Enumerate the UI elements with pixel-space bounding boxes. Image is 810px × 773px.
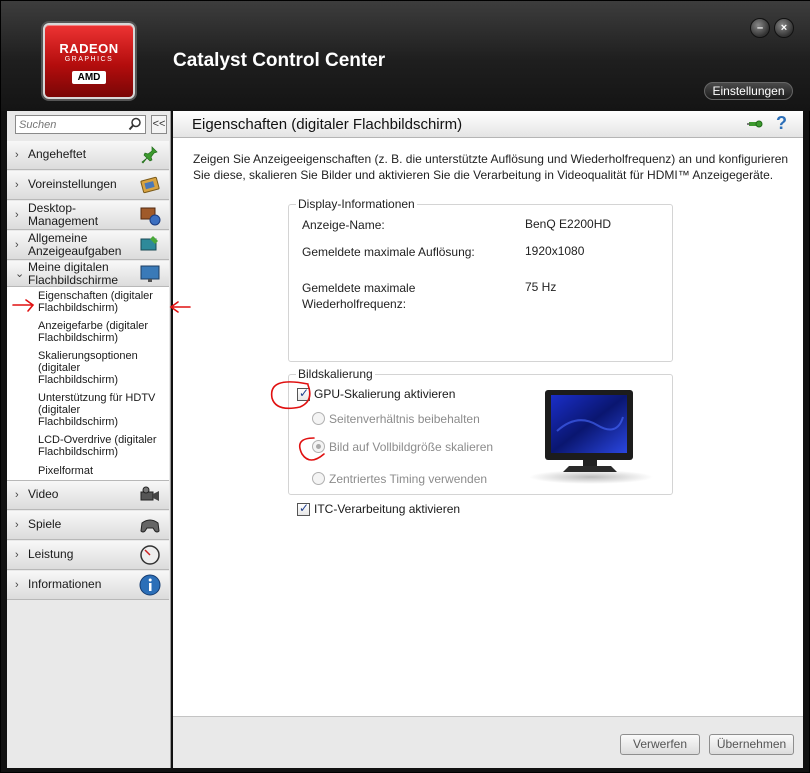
pin-icon	[141, 146, 158, 164]
minimize-button[interactable]: –	[750, 18, 770, 38]
max-resolution-label: Gemeldete maximale Auflösung:	[302, 245, 475, 259]
search-icon[interactable]	[128, 117, 142, 131]
sub-item-hdtv-support[interactable]: Unterstützung für HDTV (digitaler Flachb…	[38, 392, 168, 428]
sub-item-anzeigefarbe[interactable]: Anzeigefarbe (digitaler Flachbildschirm)	[38, 320, 168, 344]
sidebar-item-allgemeine-anzeigeaufgaben[interactable]: › Allgemeine Anzeigeaufgaben	[7, 231, 169, 260]
discard-button[interactable]: Verwerfen	[620, 734, 700, 755]
gauge-icon	[140, 545, 160, 565]
chevron-right-icon: ›	[15, 549, 19, 561]
main-panel: Eigenschaften (digitaler Flachbildschirm…	[173, 111, 803, 768]
sidebar-item-label: Desktop- Management	[28, 201, 99, 228]
itc-checkbox[interactable]	[297, 501, 310, 516]
sidebar-item-meine-digitalen-flachbildschirme[interactable]: ⌄ Meine digitalen Flachbildschirme	[7, 261, 169, 287]
sidebar-item-label: Voreinstellungen	[28, 177, 117, 191]
radio-vollbild[interactable]	[312, 440, 325, 453]
flat-panel-icon	[140, 265, 160, 282]
sub-item-eigenschaften[interactable]: Eigenschaften (digitaler Flachbildschirm…	[38, 290, 168, 314]
radio-zentriert-label[interactable]: Zentriertes Timing verwenden	[329, 472, 487, 486]
video-camera-icon	[140, 486, 159, 501]
close-button[interactable]: ×	[774, 18, 794, 38]
radio-seitenverhaeltnis[interactable]	[312, 412, 325, 425]
chevron-right-icon: ›	[15, 519, 19, 531]
sidebar-item-label: Informationen	[28, 577, 102, 591]
sidebar-item-desktop-management[interactable]: › Desktop- Management	[7, 201, 169, 230]
sub-item-pixelformat[interactable]: Pixelformat	[38, 465, 168, 477]
settings-button[interactable]: Einstellungen	[704, 82, 793, 100]
desktop-management-icon	[140, 207, 161, 226]
search-box[interactable]	[15, 115, 146, 134]
max-refresh-label: Gemeldete maximale Wiederholfrequenz:	[302, 281, 416, 311]
display-name-label: Anzeige-Name:	[302, 218, 385, 232]
sidebar-item-label: Allgemeine Anzeigeaufgaben	[28, 231, 122, 258]
display-name-value: BenQ E2200HD	[525, 217, 612, 231]
monitor-preview-image	[529, 390, 653, 484]
chevron-right-icon: ›	[15, 209, 19, 221]
sidebar: << › Angeheftet › Voreinstellungen › Des…	[7, 111, 171, 768]
help-icon[interactable]: ?	[776, 113, 792, 133]
sidebar-item-label: Spiele	[28, 517, 62, 531]
sidebar-item-angeheftet[interactable]: › Angeheftet	[7, 141, 169, 170]
display-info-title: Display-Informationen	[296, 197, 417, 211]
page-title: Eigenschaften (digitaler Flachbildschirm…	[192, 116, 463, 133]
chevron-right-icon: ›	[15, 149, 19, 161]
sidebar-item-informationen[interactable]: › Informationen	[7, 571, 169, 600]
app-title: Catalyst Control Center	[173, 50, 386, 71]
chevron-right-icon: ›	[15, 579, 19, 591]
scaling-title: Bildskalierung	[296, 367, 375, 381]
radeon-logo: RADEON GRAPHICS AMD	[43, 23, 135, 99]
sub-item-skalierungsoptionen[interactable]: Skalierungsoptionen (digitaler Flachbild…	[38, 350, 168, 386]
chevron-right-icon: ›	[15, 179, 19, 191]
sidebar-item-leistung[interactable]: › Leistung	[7, 541, 169, 570]
chevron-right-icon: ›	[15, 239, 19, 251]
header-bar: RADEON GRAPHICS AMD Catalyst Control Cen…	[1, 1, 810, 111]
logo-brand: RADEON	[59, 41, 119, 56]
sidebar-item-video[interactable]: › Video	[7, 481, 169, 510]
sidebar-item-label: Meine digitalen Flachbildschirme	[28, 260, 119, 287]
chevron-right-icon: ›	[15, 489, 19, 501]
itc-label[interactable]: ITC-Verarbeitung aktivieren	[314, 502, 460, 516]
radio-seitenverhaeltnis-label[interactable]: Seitenverhältnis beibehalten	[329, 412, 480, 426]
sidebar-item-spiele[interactable]: › Spiele	[7, 511, 169, 540]
logo-sub: GRAPHICS	[64, 56, 114, 63]
gpu-scaling-label[interactable]: GPU-Skalierung aktivieren	[314, 387, 455, 401]
search-input[interactable]	[16, 116, 126, 133]
app-window: RADEON GRAPHICS AMD Catalyst Control Cen…	[0, 0, 810, 773]
sub-item-lcd-overdrive[interactable]: LCD-Overdrive (digitaler Flachbildschirm…	[38, 434, 168, 458]
page-description: Zeigen Sie Anzeigeeigenschaften (z. B. d…	[193, 152, 789, 182]
sidebar-item-voreinstellungen[interactable]: › Voreinstellungen	[7, 171, 169, 200]
display-tasks-icon	[140, 236, 158, 251]
logo-maker: AMD	[71, 71, 107, 84]
main-header: Eigenschaften (digitaler Flachbildschirm…	[173, 111, 803, 138]
collapse-sidebar-button[interactable]: <<	[151, 115, 167, 134]
sidebar-item-label: Leistung	[28, 547, 74, 561]
presets-icon	[140, 176, 160, 194]
radio-zentriert[interactable]	[312, 472, 325, 485]
info-icon	[139, 574, 161, 596]
max-resolution-value: 1920x1080	[525, 244, 585, 258]
footer-bar: Verwerfen Übernehmen	[173, 716, 803, 768]
gpu-scaling-checkbox[interactable]	[297, 386, 310, 401]
sidebar-item-label: Video	[28, 487, 59, 501]
gamepad-icon	[140, 519, 160, 533]
pin-page-icon[interactable]	[747, 116, 765, 132]
radio-vollbild-label[interactable]: Bild auf Vollbildgröße skalieren	[329, 440, 493, 454]
max-refresh-value: 75 Hz	[525, 280, 557, 294]
chevron-down-icon: ⌄	[15, 268, 25, 280]
display-info-group: Display-Informationen Anzeige-Name: BenQ…	[288, 197, 673, 362]
sub-item-list: Eigenschaften (digitaler Flachbildschirm…	[7, 287, 169, 481]
apply-button[interactable]: Übernehmen	[709, 734, 794, 755]
sidebar-item-label: Angeheftet	[28, 147, 87, 161]
